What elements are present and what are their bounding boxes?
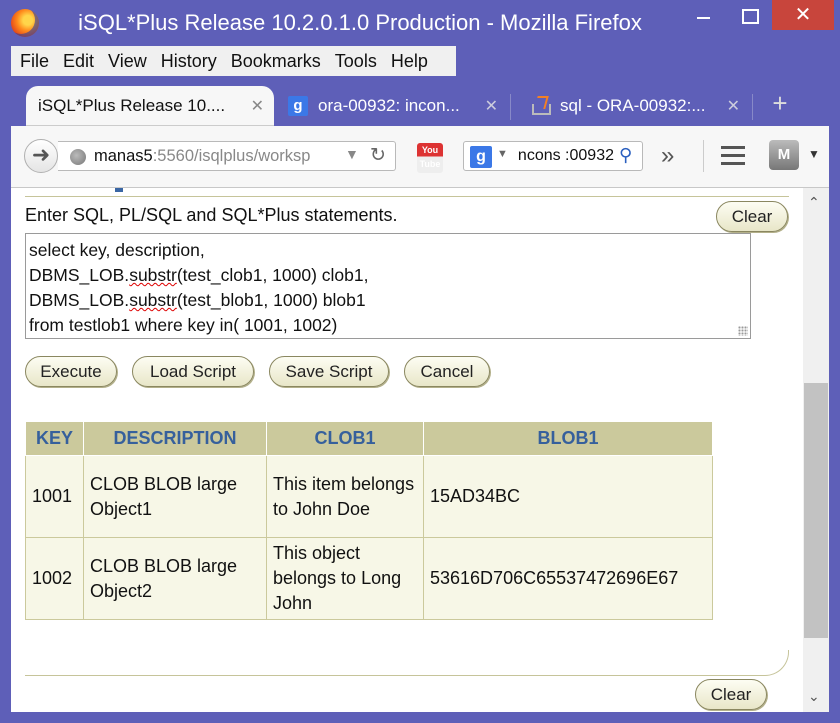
reload-icon[interactable]: ↻ — [370, 144, 386, 167]
menu-hamburger-icon[interactable] — [721, 146, 745, 166]
section-divider — [25, 196, 789, 197]
bottom-clear-button[interactable]: Clear — [695, 679, 767, 710]
minimize-button[interactable] — [680, 0, 726, 30]
menu-bookmarks[interactable]: Bookmarks — [224, 51, 328, 72]
window-title: iSQL*Plus Release 10.2.0.1.0 Production … — [78, 10, 642, 35]
title-bar: iSQL*Plus Release 10.2.0.1.0 Production … — [0, 0, 840, 46]
table-row: 1002 CLOB BLOB large Object2 This object… — [25, 537, 713, 620]
cell-description: CLOB BLOB large Object2 — [83, 537, 267, 620]
search-icon[interactable]: ⚲ — [619, 145, 632, 166]
google-search-engine-icon[interactable]: g — [470, 146, 492, 168]
save-script-button[interactable]: Save Script — [269, 356, 389, 387]
toolbar-overflow-icon[interactable]: » — [661, 142, 675, 170]
new-tab-button[interactable]: + — [765, 86, 795, 120]
sql-line: DBMS_LOB.substr(test_blob1, 1000) blob1 — [29, 290, 366, 310]
tab-close-icon[interactable]: ✕ — [727, 96, 740, 116]
cell-description: CLOB BLOB large Object1 — [83, 455, 267, 538]
tab-google-search[interactable]: g ora-00932: incon... ✕ — [276, 86, 508, 126]
cell-clob1: This object belongs to Long John — [266, 537, 424, 620]
cell-blob1: 53616D706C65537472696E67 — [423, 537, 713, 620]
tab-close-icon[interactable]: ✕ — [485, 96, 498, 116]
url-bar[interactable]: manas5:5560/isqlplus/worksp ▼ ↻ — [58, 141, 396, 171]
resize-grip-icon[interactable] — [738, 326, 748, 336]
cell-key: 1002 — [25, 537, 84, 620]
sql-line: from testlob1 where key in( 1001, 1002) — [29, 315, 338, 335]
tab-separator — [752, 94, 753, 120]
url-dropdown-icon[interactable]: ▼ — [345, 146, 359, 162]
results-table: KEY DESCRIPTION CLOB1 BLOB1 1001 CLOB BL… — [25, 421, 713, 620]
tab-label: sql - ORA-00932:... — [560, 96, 706, 115]
url-path: :5560/isqlplus/worksp — [152, 147, 311, 165]
extension-dropdown-icon[interactable]: ▼ — [808, 147, 820, 161]
tab-close-icon[interactable]: ✕ — [251, 96, 264, 116]
menu-file[interactable]: File — [13, 51, 56, 72]
search-engine-dropdown-icon[interactable]: ▼ — [497, 148, 508, 160]
url-host: manas5 — [94, 147, 153, 165]
cell-blob1: 15AD34BC — [423, 455, 713, 538]
load-script-button[interactable]: Load Script — [132, 356, 254, 387]
clear-button[interactable]: Clear — [716, 201, 788, 232]
tab-isqlplus[interactable]: iSQL*Plus Release 10.... ✕ — [26, 86, 274, 126]
column-header-key: KEY — [25, 421, 84, 456]
sql-line: select key, description, — [29, 240, 205, 260]
tab-label: iSQL*Plus Release 10.... — [38, 96, 226, 115]
cancel-button[interactable]: Cancel — [404, 356, 490, 387]
search-box[interactable]: g ▼ 00932: incons ⚲ — [463, 141, 643, 171]
tab-label: ora-00932: incon... — [318, 96, 460, 115]
navigation-bar: ➜ manas5:5560/isqlplus/worksp ▼ ↻ You Tu… — [11, 126, 829, 188]
extension-icon[interactable]: M — [769, 140, 799, 170]
toolbar-separator — [703, 140, 704, 172]
stackoverflow-icon — [530, 96, 551, 116]
column-header-blob1: BLOB1 — [423, 421, 713, 456]
menu-edit[interactable]: Edit — [56, 51, 101, 72]
scroll-down-arrow-icon[interactable]: ⌄ — [808, 688, 820, 705]
page-content: Enter SQL, PL/SQL and SQL*Plus statement… — [11, 188, 803, 712]
sql-editor-textarea[interactable]: select key, description, DBMS_LOB.substr(… — [25, 233, 751, 339]
section-header-fragment — [115, 188, 123, 192]
column-header-description: DESCRIPTION — [83, 421, 267, 456]
menu-tools[interactable]: Tools — [328, 51, 384, 72]
table-row: 1001 CLOB BLOB large Object1 This item b… — [25, 455, 713, 538]
close-window-button[interactable]: ✕ — [772, 0, 834, 30]
table-header-row: KEY DESCRIPTION CLOB1 BLOB1 — [25, 421, 713, 456]
menu-bar: File Edit View History Bookmarks Tools H… — [11, 46, 456, 76]
section-divider-bottom — [25, 650, 789, 676]
youtube-icon[interactable]: You Tube — [417, 143, 443, 173]
maximize-button[interactable] — [726, 0, 772, 30]
search-input[interactable]: 00932: incons — [518, 147, 614, 165]
tab-stackoverflow[interactable]: sql - ORA-00932:... ✕ — [518, 86, 750, 126]
back-arrow-icon[interactable]: ➜ — [24, 139, 58, 173]
menu-help[interactable]: Help — [384, 51, 435, 72]
column-header-clob1: CLOB1 — [266, 421, 424, 456]
scrollbar-thumb[interactable] — [804, 383, 828, 638]
sql-line: DBMS_LOB.substr(test_clob1, 1000) clob1, — [29, 265, 369, 285]
scroll-up-arrow-icon[interactable]: ⌃ — [808, 194, 820, 211]
tab-separator — [510, 94, 511, 120]
menu-view[interactable]: View — [101, 51, 154, 72]
workspace-instructions: Enter SQL, PL/SQL and SQL*Plus statement… — [25, 205, 398, 225]
execute-button[interactable]: Execute — [25, 356, 117, 387]
menu-history[interactable]: History — [154, 51, 224, 72]
google-icon: g — [288, 96, 308, 116]
cell-key: 1001 — [25, 455, 84, 538]
tab-strip: iSQL*Plus Release 10.... ✕ g ora-00932: … — [0, 80, 840, 126]
globe-icon — [70, 149, 86, 165]
cell-clob1: This item belongs to John Doe — [266, 455, 424, 538]
url-text[interactable]: manas5:5560/isqlplus/worksp — [94, 147, 339, 166]
vertical-scrollbar[interactable]: ⌃ ⌄ — [803, 188, 829, 712]
